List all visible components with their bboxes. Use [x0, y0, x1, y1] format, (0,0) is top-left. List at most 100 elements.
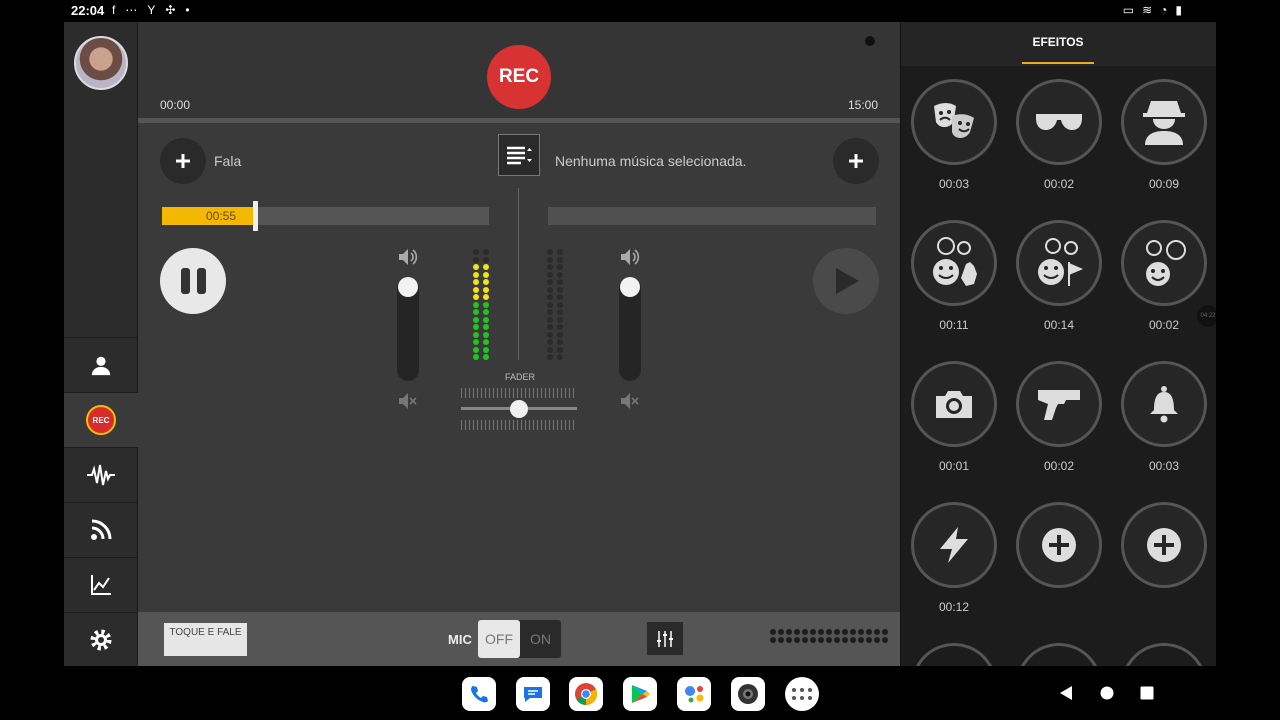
- music-list-button[interactable]: [498, 134, 540, 176]
- meter-led: [473, 331, 479, 338]
- effect-duration: 00:02: [1148, 318, 1180, 332]
- home-icon[interactable]: [1099, 685, 1115, 701]
- add-voice-button[interactable]: [160, 138, 206, 184]
- effect-duration: 00:03: [1148, 459, 1180, 473]
- camera-icon: [936, 391, 972, 418]
- recording-progress: [138, 118, 900, 123]
- meter-led: [473, 346, 479, 353]
- playlist-icon: [507, 146, 532, 165]
- sidebar-item-rec[interactable]: REC: [64, 392, 138, 447]
- assistant-icon[interactable]: [677, 677, 711, 711]
- music-volume-knob[interactable]: [620, 277, 640, 297]
- rec-button[interactable]: REC: [487, 45, 551, 109]
- meter-led: [850, 637, 856, 643]
- add-icon: [1147, 528, 1181, 562]
- fader-knob[interactable]: [510, 400, 528, 418]
- voice-volume-knob[interactable]: [398, 277, 418, 297]
- voice-track[interactable]: 00:55: [162, 201, 489, 231]
- mic-toggle-on[interactable]: ON: [520, 620, 561, 658]
- play-button[interactable]: [813, 248, 879, 314]
- meter-led: [483, 301, 489, 308]
- effect-duration: 00:03: [938, 177, 970, 191]
- messages-icon[interactable]: [516, 677, 550, 711]
- pause-button[interactable]: [160, 248, 226, 314]
- effect-item[interactable]: 00:01: [909, 361, 999, 473]
- add-effect-button[interactable]: [1014, 502, 1104, 588]
- meter-led: [483, 256, 489, 263]
- status-bar: 22:04 f ⋯ Y ✣ • ▭ ≋ ◔ ▮: [0, 0, 1280, 22]
- person-icon: [91, 356, 111, 376]
- phone-icon[interactable]: [462, 677, 496, 711]
- equalizer-button[interactable]: [647, 622, 683, 655]
- effect-item[interactable]: 00:09: [1119, 79, 1209, 191]
- voice-track-fill: 00:55: [162, 207, 254, 225]
- avatar[interactable]: [74, 36, 128, 90]
- lightning-icon: [940, 527, 968, 563]
- tab-effects[interactable]: EFEITOS: [1022, 35, 1094, 49]
- effect-item[interactable]: 00:02: [1014, 361, 1104, 473]
- back-icon[interactable]: [1058, 685, 1074, 701]
- play-store-icon[interactable]: [623, 677, 657, 711]
- mic-toggle[interactable]: OFF ON: [478, 620, 561, 658]
- pause-icon: [180, 268, 190, 294]
- add-icon: [1042, 528, 1076, 562]
- bell-icon: [1150, 386, 1178, 423]
- meter-led: [557, 279, 563, 285]
- effect-item[interactable]: 00:14: [1014, 220, 1104, 332]
- music-label: Nenhuma música selecionada.: [555, 153, 747, 169]
- mute-icon[interactable]: [620, 392, 640, 410]
- meter-led: [483, 309, 489, 315]
- sidebar-item-profile[interactable]: [64, 337, 138, 392]
- sidebar-item-settings[interactable]: [64, 612, 138, 667]
- mute-icon[interactable]: [398, 392, 418, 410]
- effect-item[interactable]: 00:12: [909, 502, 999, 614]
- effect-item[interactable]: 00:03: [909, 79, 999, 191]
- effect-item-partial[interactable]: [911, 643, 997, 666]
- chrome-icon[interactable]: [569, 677, 603, 711]
- rss-icon: [91, 519, 112, 540]
- meter-led: [473, 279, 479, 285]
- meter-led: [842, 629, 848, 635]
- effect-item-partial[interactable]: [1121, 643, 1207, 666]
- meter-led: [473, 324, 479, 330]
- meter-led: [473, 256, 479, 263]
- effect-item[interactable]: 00:11: [909, 220, 999, 332]
- waveform-icon: [87, 464, 115, 486]
- sidebar-item-stats[interactable]: [64, 557, 138, 612]
- recorder-main: REC 00:00 15:00 Fala Nenhuma música sele…: [138, 22, 900, 666]
- fader-label: FADER: [505, 372, 536, 382]
- dash-icon: ⋯: [125, 3, 138, 17]
- output-level-meter: [770, 629, 888, 643]
- mic-toggle-off[interactable]: OFF: [478, 620, 520, 658]
- meter-led: [770, 629, 776, 635]
- voice-track-handle[interactable]: [253, 201, 258, 231]
- meter-led: [547, 294, 553, 300]
- meter-led: [557, 256, 563, 263]
- add-effect-button[interactable]: [1119, 502, 1209, 588]
- app-drawer-icon[interactable]: [785, 677, 819, 711]
- recents-icon[interactable]: [1139, 685, 1155, 701]
- timer-badge: 04:22: [1197, 305, 1216, 327]
- meter-led: [810, 629, 816, 635]
- add-music-button[interactable]: [833, 138, 879, 184]
- effect-duration: 00:09: [1148, 177, 1180, 191]
- effect-duration: 00:11: [939, 318, 969, 332]
- meter-led: [874, 629, 880, 635]
- play-icon: [836, 268, 859, 294]
- meter-led: [810, 637, 816, 643]
- meter-led: [483, 264, 489, 270]
- sidebar-item-audio[interactable]: [64, 447, 138, 502]
- voice-volume-slider[interactable]: [397, 277, 419, 381]
- music-track[interactable]: [548, 207, 876, 225]
- meter-led: [557, 249, 563, 255]
- meter-led: [834, 637, 840, 643]
- effect-item[interactable]: 00:02: [1119, 220, 1209, 332]
- effect-item[interactable]: 00:02: [1014, 79, 1104, 191]
- camera-app-icon[interactable]: [731, 677, 765, 711]
- music-volume-slider[interactable]: [619, 277, 641, 381]
- effect-item[interactable]: 00:03: [1119, 361, 1209, 473]
- meter-led: [850, 629, 856, 635]
- sidebar-item-feed[interactable]: [64, 502, 138, 557]
- effect-item-partial[interactable]: [1016, 643, 1102, 666]
- push-to-talk-button[interactable]: TOQUE E FALE: [164, 623, 247, 656]
